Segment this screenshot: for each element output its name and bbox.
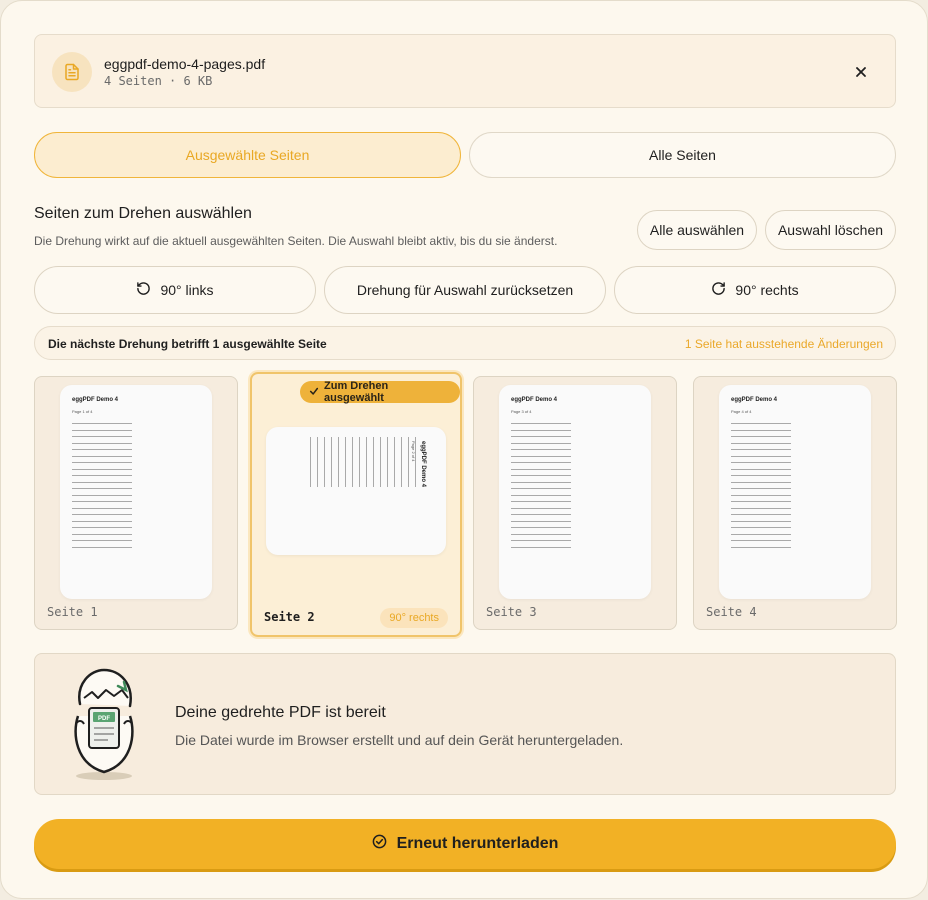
rotate-left-button[interactable]: 90° links xyxy=(34,266,316,314)
rotate-panel: eggpdf-demo-4-pages.pdf 4 Seiten · 6 KB … xyxy=(0,0,928,899)
thumb-title: eggPDF Demo 4 xyxy=(420,441,426,488)
file-name: eggpdf-demo-4-pages.pdf xyxy=(104,56,266,72)
page-thumbnail: eggPDF Demo 4 Page 4 of 4 xyxy=(719,385,871,599)
mode-all-pages-button[interactable]: Alle Seiten xyxy=(469,132,896,178)
page-card-1[interactable]: eggPDF Demo 4 Page 1 of 4 Seite 1 xyxy=(34,376,238,630)
page-thumbnail: eggPDF Demo 4 Page 1 of 4 xyxy=(60,385,212,599)
rotation-badge: 90° rechts xyxy=(380,608,448,628)
download-again-button[interactable]: Erneut herunterladen xyxy=(34,819,896,869)
thumb-text-lines xyxy=(731,423,791,553)
check-circle-icon xyxy=(372,834,387,854)
thumb-text-lines xyxy=(72,423,132,553)
ready-card: PDF Deine gedrehte PDF ist bereit Die Da… xyxy=(34,653,896,795)
thumb-text-lines xyxy=(511,423,571,553)
selection-info-text: Die nächste Drehung betrifft 1 ausgewähl… xyxy=(48,337,327,351)
ready-description: Die Datei wurde im Browser erstellt und … xyxy=(175,732,624,748)
thumb-text-lines xyxy=(310,437,416,487)
pdf-tag: PDF xyxy=(98,716,110,722)
file-card: eggpdf-demo-4-pages.pdf 4 Seiten · 6 KB xyxy=(34,34,896,108)
thumb-subtitle: Page 2 of 4 xyxy=(411,441,416,462)
reset-rotation-label: Drehung für Auswahl zurücksetzen xyxy=(356,282,574,298)
thumb-title: eggPDF Demo 4 xyxy=(731,397,778,403)
page-thumbnail-rotated: Page 2 of 4 eggPDF Demo 4 xyxy=(266,427,446,555)
thumb-title: eggPDF Demo 4 xyxy=(511,397,558,403)
document-icon xyxy=(52,52,92,92)
selection-info-bar: Die nächste Drehung betrifft 1 ausgewähl… xyxy=(34,326,896,360)
rotate-left-icon xyxy=(136,281,151,299)
page-label: Seite 1 xyxy=(47,605,98,619)
selected-badge-label: Zum Drehen ausgewählt xyxy=(324,380,389,404)
pending-changes-text: 1 Seite hat ausstehende Änderungen xyxy=(684,337,883,351)
egg-mascot-icon: PDF xyxy=(70,664,140,785)
page-thumbnail: eggPDF Demo 4 Page 3 of 4 xyxy=(499,385,651,599)
page-card-2[interactable]: Zum Drehen ausgewählt Page 2 of 4 eggPDF… xyxy=(250,372,462,637)
thumb-subtitle: Page 1 of 4 xyxy=(72,409,93,414)
page-card-3[interactable]: eggPDF Demo 4 Page 3 of 4 Seite 3 xyxy=(473,376,677,630)
selected-badge: Zum Drehen ausgewählt xyxy=(300,380,460,404)
download-again-label: Erneut herunterladen xyxy=(396,835,559,852)
rotate-right-label: 90° rechts xyxy=(735,282,799,298)
mode-selected-pages-button[interactable]: Ausgewählte Seiten xyxy=(34,132,461,178)
page-label: Seite 2 xyxy=(264,610,315,624)
thumb-subtitle: Page 4 of 4 xyxy=(731,409,752,414)
ready-title: Deine gedrehte PDF ist bereit xyxy=(175,704,386,721)
thumb-title: eggPDF Demo 4 xyxy=(72,397,119,403)
select-all-button[interactable]: Alle auswählen xyxy=(637,210,757,250)
thumb-subtitle: Page 3 of 4 xyxy=(511,409,532,414)
section-title: Seiten zum Drehen auswählen xyxy=(34,205,252,222)
file-meta: 4 Seiten · 6 KB xyxy=(104,74,213,88)
rotate-right-button[interactable]: 90° rechts xyxy=(614,266,896,314)
check-icon xyxy=(309,386,319,399)
page-label: Seite 4 xyxy=(706,605,757,619)
reset-rotation-button[interactable]: Drehung für Auswahl zurücksetzen xyxy=(324,266,606,314)
close-icon[interactable] xyxy=(849,60,873,84)
rotate-right-icon xyxy=(711,281,726,299)
section-description: Die Drehung wirkt auf die aktuell ausgew… xyxy=(34,234,558,248)
clear-selection-button[interactable]: Auswahl löschen xyxy=(765,210,896,250)
rotate-left-label: 90° links xyxy=(160,282,214,298)
page-card-4[interactable]: eggPDF Demo 4 Page 4 of 4 Seite 4 xyxy=(693,376,897,630)
page-label: Seite 3 xyxy=(486,605,537,619)
